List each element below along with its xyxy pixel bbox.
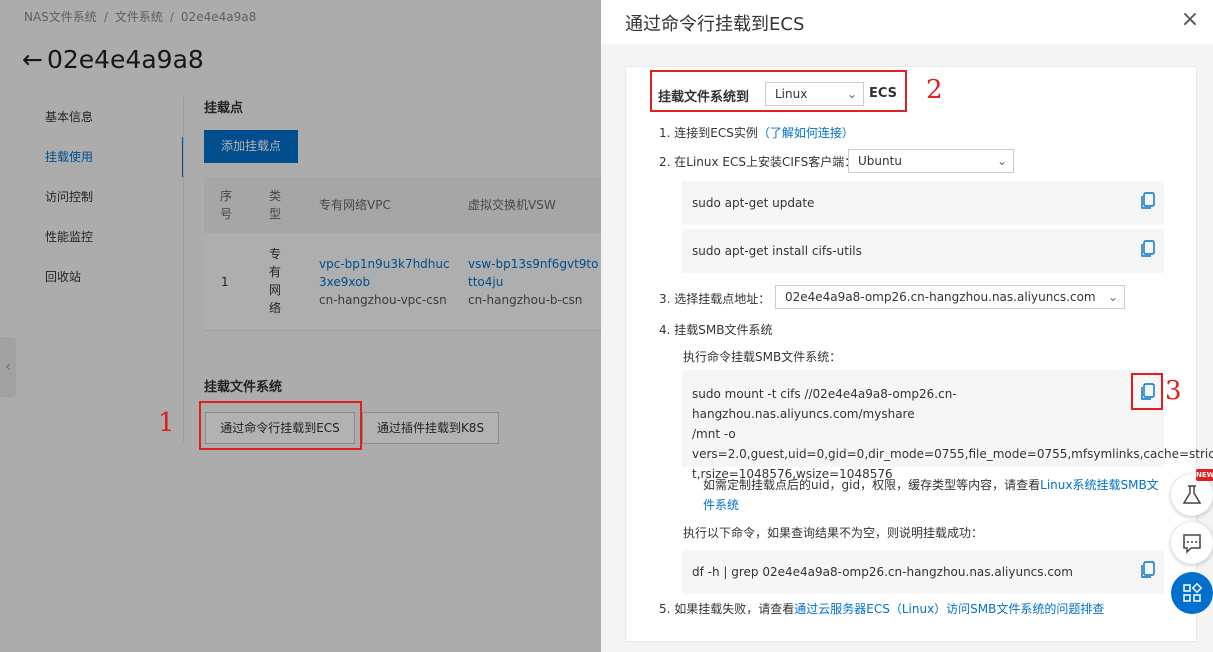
close-icon[interactable]: × [1179, 7, 1201, 33]
copy-icon[interactable] [1140, 192, 1156, 210]
code-verify: df -h | grep 02e4e4a9a8-omp26.cn-hangzho… [692, 565, 1073, 579]
apps-button[interactable] [1171, 572, 1213, 614]
chevron-down-icon: ⌄ [1107, 290, 1118, 304]
chat-button[interactable] [1171, 522, 1213, 564]
annotation-box-3 [1131, 373, 1163, 410]
verify-label: 执行以下命令，如果查询结果不为空，则说明挂载成功： [683, 526, 984, 540]
troubleshoot-link[interactable]: 通过云服务器ECS（Linux）访问SMB文件系统的问题排查 [794, 602, 1104, 616]
instructions-card: 挂载文件系统到 Linux ⌄ ECS 1. 连接到ECS实例（了解如何连接） … [625, 66, 1213, 642]
distro-select-value: Ubuntu [858, 154, 902, 168]
drawer-title: 通过命令行挂载到ECS [625, 14, 805, 35]
code-update: sudo apt-get update [692, 196, 815, 210]
code-block-mount: sudo mount -t cifs //02e4e4a9a8-omp26.cn… [682, 370, 1213, 481]
mount-point-select-value: 02e4e4a9a8-omp26.cn-hangzhou.nas.aliyunc… [785, 290, 1096, 304]
new-badge: NEW [1196, 469, 1213, 481]
how-to-connect-link[interactable]: （了解如何连接） [758, 126, 854, 140]
chevron-down-icon: ⌄ [996, 154, 1007, 168]
code-block-install: sudo apt-get install cifs-utils [682, 229, 1164, 273]
step2-text: 2. 在Linux ECS上安装CIFS客户端： [659, 155, 857, 169]
annotation-number-1: 1 [158, 408, 175, 438]
step5-text: 5. 如果挂载失败，请查看 [659, 602, 795, 616]
code-block-verify: df -h | grep 02e4e4a9a8-omp26.cn-hangzho… [682, 550, 1164, 594]
code-block-update: sudo apt-get update [682, 181, 1164, 225]
code-mount-line: sudo mount -t cifs //02e4e4a9a8-omp26.cn… [692, 387, 957, 421]
exec-mount-label: 执行命令挂载SMB文件系统： [683, 350, 842, 364]
step1-text: 1. 连接到ECS实例 [659, 126, 758, 140]
copy-icon[interactable] [1140, 240, 1156, 258]
annotation-box-2 [650, 70, 907, 112]
drawer-body: 挂载文件系统到 Linux ⌄ ECS 1. 连接到ECS实例（了解如何连接） … [601, 44, 1213, 652]
code-mount-line: /mnt -o [692, 427, 736, 441]
annotation-number-2: 2 [926, 75, 943, 105]
step1: 1. 连接到ECS实例（了解如何连接） [659, 124, 854, 141]
chat-icon [1183, 534, 1201, 554]
copy-icon[interactable] [1140, 561, 1156, 579]
apps-grid-icon [1183, 582, 1203, 602]
custom-note: 如需定制挂载点后的uid，gid，权限，缓存类型等内容，请查看Linux系统挂载… [703, 475, 1165, 515]
step3-text: 3. 选择挂载点地址： [659, 292, 771, 306]
modal-overlay[interactable] [0, 0, 601, 652]
step5: 5. 如果挂载失败，请查看通过云服务器ECS（Linux）访问SMB文件系统的问… [659, 600, 1104, 617]
annotation-box-1 [199, 401, 362, 450]
distro-select[interactable]: Ubuntu ⌄ [848, 149, 1014, 173]
mount-point-select[interactable]: 02e4e4a9a8-omp26.cn-hangzhou.nas.aliyunc… [775, 285, 1125, 309]
custom-note-text: 如需定制挂载点后的uid，gid，权限，缓存类型等内容，请查看 [703, 478, 1041, 492]
code-mount-line: vers=2.0,guest,uid=0,gid=0,dir_mode=0755… [692, 447, 1213, 461]
annotation-number-3: 3 [1165, 376, 1182, 406]
code-install: sudo apt-get install cifs-utils [692, 244, 862, 258]
code-mount: sudo mount -t cifs //02e4e4a9a8-omp26.cn… [692, 384, 1213, 484]
step4-text: 4. 挂载SMB文件系统 [659, 323, 773, 337]
